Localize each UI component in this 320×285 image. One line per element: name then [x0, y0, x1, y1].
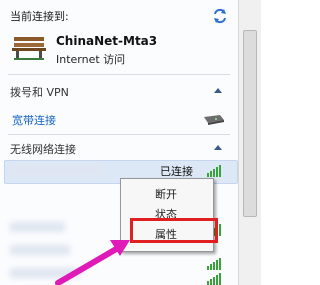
pointer-arrow	[55, 240, 130, 285]
